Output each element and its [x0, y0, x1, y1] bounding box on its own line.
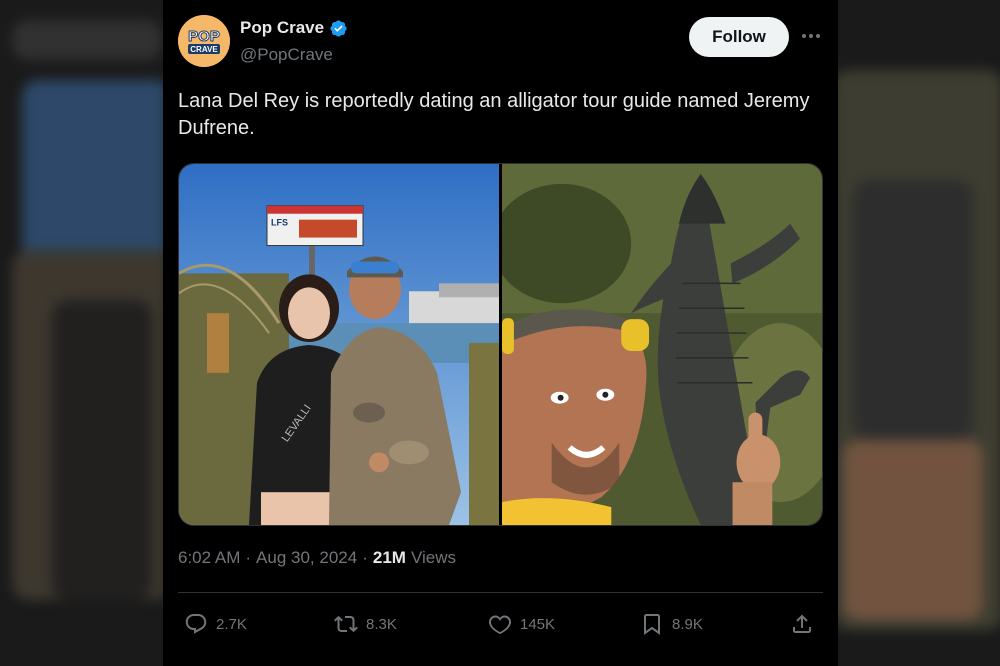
tweet-date[interactable]: Aug 30, 2024 — [256, 548, 357, 568]
author-name-row[interactable]: Pop Crave — [240, 18, 348, 38]
like-count: 145K — [520, 615, 556, 633]
blurred-background-right — [833, 0, 1000, 666]
svg-text:CRAVE: CRAVE — [190, 45, 218, 54]
like-icon — [489, 615, 511, 635]
pop-crave-logo-icon: POP CRAVE — [178, 15, 230, 67]
photo-couple[interactable]: LFS LEVALLI — [179, 164, 499, 525]
meta-separator: · — [362, 548, 368, 567]
reply-count: 2.7K — [216, 615, 247, 633]
svg-text:LFS: LFS — [271, 218, 288, 228]
reply-button[interactable]: 2.7K — [184, 610, 247, 638]
more-icon[interactable] — [799, 26, 823, 46]
repost-icon — [334, 615, 358, 633]
meta-separator: · — [245, 548, 252, 567]
repost-count: 8.3K — [366, 615, 397, 633]
like-button[interactable]: 145K — [488, 610, 555, 638]
bookmark-icon — [644, 614, 660, 635]
share-icon — [793, 614, 811, 633]
action-bar: 2.7K 8.3K 145K 8.9K — [178, 610, 823, 640]
author-handle[interactable]: @PopCrave — [240, 45, 333, 65]
repost-button[interactable]: 8.3K — [334, 610, 397, 638]
tweet-meta: 6:02 AM · Aug 30, 2024 · 21M Views — [178, 548, 456, 568]
avatar[interactable]: POP CRAVE — [178, 15, 230, 67]
blurred-background-left — [0, 0, 167, 666]
follow-button[interactable]: Follow — [689, 17, 789, 57]
tweet-text: Lana Del Rey is reportedly dating an all… — [178, 90, 810, 139]
bookmark-count: 8.9K — [672, 615, 703, 633]
tweet-media[interactable]: LFS LEVALLI — [178, 163, 823, 526]
bookmark-button[interactable]: 8.9K — [640, 610, 703, 638]
divider — [178, 592, 823, 593]
share-button[interactable] — [790, 610, 814, 638]
verified-icon — [330, 19, 347, 37]
views-label: Views — [410, 548, 456, 567]
reply-icon — [185, 614, 207, 634]
tweet-time[interactable]: 6:02 AM — [178, 548, 240, 568]
svg-text:POP: POP — [188, 28, 220, 45]
photo-alligator-selfie[interactable] — [502, 164, 822, 525]
display-name[interactable]: Pop Crave — [240, 18, 324, 38]
views-count: 21M — [372, 548, 406, 567]
